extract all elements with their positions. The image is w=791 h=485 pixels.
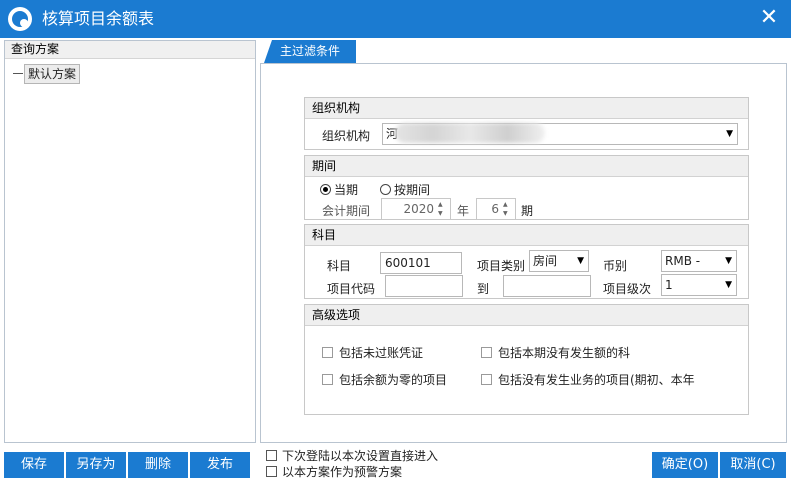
radio-by-period[interactable]: 按期间 [380, 181, 430, 198]
option-label: 包括本期没有发生额的科 [498, 346, 631, 360]
org-field-label: 组织机构 [322, 129, 371, 143]
item-level-value: 1 [665, 278, 673, 292]
period-unit-label: 期 [521, 204, 534, 218]
spin-arrows-icon[interactable]: ▲ ▼ [438, 200, 448, 218]
chevron-down-icon: ▼ [725, 256, 732, 266]
checkbox[interactable] [322, 347, 333, 358]
year-spinner[interactable]: 2020 ▲ ▼ [381, 198, 451, 220]
warning-scheme-label: 以本方案作为预警方案 [282, 465, 403, 479]
checkbox[interactable] [322, 374, 333, 385]
direct-enter-checkbox[interactable]: 下次登陆以本次设置直接进入 [266, 447, 438, 464]
option-include-unposted[interactable]: 包括未过账凭证 [322, 344, 423, 361]
spin-arrows-icon[interactable]: ▲ ▼ [503, 200, 513, 218]
warning-scheme-checkbox[interactable]: 以本方案作为预警方案 [266, 463, 402, 480]
org-group: 组织机构 组织机构 河 ▼ [304, 97, 749, 150]
tree-item-label[interactable]: 默认方案 [24, 64, 81, 84]
close-icon[interactable]: ✕ [757, 6, 781, 30]
option-label: 包括未过账凭证 [339, 346, 424, 360]
year-value: 2020 [403, 202, 434, 216]
item-code-label: 项目代码 [327, 282, 376, 296]
radio-current-label: 当期 [334, 183, 359, 197]
period-spinner[interactable]: 6 ▲ ▼ [476, 198, 516, 220]
window-title: 核算项目余额表 [42, 9, 155, 28]
publish-button[interactable]: 发布 [190, 452, 250, 478]
tab-main-filter[interactable]: 主过滤条件 [264, 40, 356, 63]
year-unit-label: 年 [457, 204, 470, 218]
chevron-down-icon: ▼ [577, 256, 584, 266]
subject-label: 科目 [327, 259, 352, 273]
radio-button[interactable] [380, 184, 391, 195]
checkbox[interactable] [481, 374, 492, 385]
chevron-down-icon: ▼ [726, 129, 733, 139]
save-button[interactable]: 保存 [4, 452, 64, 478]
item-type-value: 房间 [533, 254, 558, 268]
advanced-group-title: 高级选项 [305, 305, 748, 326]
radio-button-checked[interactable] [320, 184, 331, 195]
item-level-select[interactable]: 1 ▼ [661, 274, 737, 296]
query-scheme-panel: 查询方案 默认方案 [4, 40, 256, 443]
org-group-title: 组织机构 [305, 98, 748, 119]
advanced-group: 高级选项 包括未过账凭证 包括本期没有发生额的科 包括余额为零的项目 包括没有发… [304, 304, 749, 415]
cancel-button[interactable]: 取消(C) [720, 452, 786, 478]
app-logo-icon [8, 7, 32, 31]
currency-label: 币别 [603, 259, 628, 273]
query-scheme-header: 查询方案 [5, 41, 255, 59]
option-include-no-business[interactable]: 包括没有发生业务的项目(期初、本年 [481, 371, 695, 388]
title-bar: 核算项目余额表 ✕ [0, 0, 791, 38]
option-label: 包括没有发生业务的项目(期初、本年 [498, 373, 695, 387]
option-include-zero-balance[interactable]: 包括余额为零的项目 [322, 371, 447, 388]
ok-button[interactable]: 确定(O) [652, 452, 718, 478]
delete-button[interactable]: 删除 [128, 452, 188, 478]
tree-line [13, 73, 23, 74]
radio-by-period-label: 按期间 [394, 183, 431, 197]
redacted-blur [395, 123, 545, 143]
radio-current-period[interactable]: 当期 [320, 181, 358, 198]
subject-group-title: 科目 [305, 225, 748, 246]
item-type-label: 项目类别 [477, 259, 526, 273]
filter-panel: 组织机构 组织机构 河 ▼ 期间 当期 按期间 会计期间 2020 ▲ ▼ 年 6… [260, 63, 787, 443]
currency-value: RMB - [665, 254, 701, 268]
to-label: 到 [477, 282, 490, 296]
item-code-input[interactable] [385, 275, 463, 297]
chevron-down-icon: ▼ [725, 280, 732, 290]
checkbox[interactable] [266, 450, 277, 461]
option-label: 包括余额为零的项目 [339, 373, 448, 387]
accounting-period-label: 会计期间 [322, 204, 371, 218]
item-type-select[interactable]: 房间 ▼ [529, 250, 589, 272]
item-code-to-input[interactable] [503, 275, 591, 297]
subject-group: 科目 科目 600101 项目类别 房间 ▼ 币别 RMB - ▼ 项目代码 到… [304, 224, 749, 299]
currency-select[interactable]: RMB - ▼ [661, 250, 737, 272]
item-level-label: 项目级次 [603, 282, 652, 296]
period-group: 期间 当期 按期间 会计期间 2020 ▲ ▼ 年 6 ▲ ▼ 期 [304, 155, 749, 220]
save-as-button[interactable]: 另存为 [66, 452, 126, 478]
checkbox[interactable] [481, 347, 492, 358]
checkbox[interactable] [266, 466, 277, 477]
option-include-no-amount[interactable]: 包括本期没有发生额的科 [481, 344, 630, 361]
period-value: 6 [491, 202, 499, 216]
subject-input[interactable]: 600101 [380, 252, 462, 274]
period-group-title: 期间 [305, 156, 748, 177]
direct-enter-label: 下次登陆以本次设置直接进入 [282, 449, 439, 463]
